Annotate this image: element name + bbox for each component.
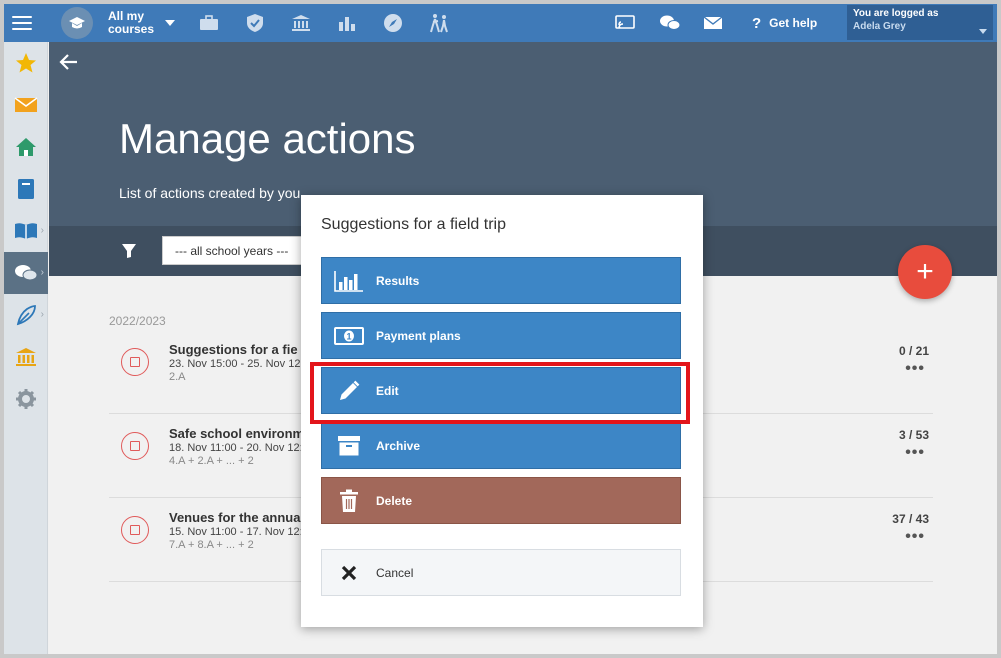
action-classes: 2.A bbox=[169, 371, 186, 383]
year-group-label: 2022/2023 bbox=[109, 314, 166, 328]
cast-icon[interactable] bbox=[613, 4, 637, 42]
open-book-icon bbox=[15, 223, 37, 239]
envelope-icon bbox=[14, 97, 38, 112]
graduation-cap-icon bbox=[61, 7, 93, 39]
action-classes: 4.A + 2.A + ... + 2 bbox=[169, 455, 254, 467]
sidebar-item-notebook[interactable] bbox=[4, 168, 48, 210]
plus-icon: + bbox=[916, 255, 934, 288]
chevron-right-icon: › bbox=[40, 267, 44, 278]
cancel-label: Cancel bbox=[376, 565, 414, 580]
chevron-right-icon: › bbox=[40, 225, 44, 236]
sidebar-item-actions[interactable]: › bbox=[4, 252, 48, 294]
user-name: Adela Grey bbox=[853, 21, 906, 32]
shield-icon[interactable] bbox=[243, 4, 267, 42]
delete-button[interactable]: Delete bbox=[321, 477, 681, 524]
sidebar-item-home[interactable] bbox=[4, 126, 48, 168]
results-button[interactable]: Results bbox=[321, 257, 681, 304]
page-title: Manage actions bbox=[119, 115, 416, 162]
chat-icon bbox=[15, 265, 38, 281]
menu-button[interactable] bbox=[10, 4, 34, 42]
app-frame: All my courses ? Get help You are logged… bbox=[4, 4, 997, 654]
page-subtitle: List of actions created by you bbox=[119, 185, 301, 201]
sidebar-item-messages[interactable] bbox=[4, 84, 48, 126]
hiking-icon[interactable] bbox=[427, 4, 451, 42]
top-navigation-bar: All my courses ? Get help You are logged… bbox=[4, 4, 997, 42]
delete-label: Delete bbox=[376, 493, 413, 508]
chevron-right-icon: › bbox=[40, 309, 44, 320]
bar-chart-icon[interactable] bbox=[335, 4, 359, 42]
home-icon bbox=[16, 138, 36, 156]
courses-logo[interactable] bbox=[60, 4, 94, 42]
star-icon bbox=[16, 53, 36, 73]
all-courses-label: All my courses bbox=[108, 9, 155, 36]
action-dates: 15. Nov 11:00 - 17. Nov 12: bbox=[169, 526, 303, 538]
payment-plans-button[interactable]: 1 Payment plans bbox=[321, 312, 681, 359]
user-account-menu[interactable]: You are logged as Adela Grey bbox=[847, 5, 993, 40]
chevron-down-icon[interactable] bbox=[164, 4, 176, 42]
archive-label: Archive bbox=[376, 438, 421, 453]
more-options-icon[interactable]: ••• bbox=[905, 360, 925, 378]
get-help-button[interactable]: ? Get help bbox=[752, 4, 832, 42]
svg-text:1: 1 bbox=[346, 331, 351, 341]
filter-icon[interactable] bbox=[121, 243, 137, 264]
action-classes: 7.A + 8.A + ... + 2 bbox=[169, 539, 254, 551]
sidebar-item-favorites[interactable] bbox=[4, 42, 48, 84]
action-dates: 18. Nov 11:00 - 20. Nov 12: bbox=[169, 442, 303, 454]
gear-icon bbox=[16, 389, 36, 409]
compass-icon[interactable] bbox=[381, 4, 405, 42]
sidebar-item-courses[interactable]: › bbox=[4, 210, 48, 252]
question-mark-icon: ? bbox=[752, 14, 762, 32]
get-help-label: Get help bbox=[769, 16, 818, 30]
status-icon bbox=[121, 432, 149, 460]
institution-icon[interactable] bbox=[289, 4, 313, 42]
results-label: Results bbox=[376, 273, 420, 288]
sidebar-item-institution[interactable] bbox=[4, 336, 48, 378]
login-label: You are logged as bbox=[853, 8, 939, 19]
payment-plans-label: Payment plans bbox=[376, 328, 461, 343]
envelope-icon[interactable] bbox=[701, 4, 725, 42]
more-options-icon[interactable]: ••• bbox=[905, 528, 925, 546]
status-icon bbox=[121, 516, 149, 544]
all-courses-menu[interactable]: All my courses bbox=[108, 4, 160, 42]
left-sidebar: › › › bbox=[4, 42, 48, 654]
response-count: 3 / 53 bbox=[898, 428, 929, 442]
sidebar-item-feather[interactable]: › bbox=[4, 294, 48, 336]
close-icon bbox=[322, 565, 376, 581]
trash-icon bbox=[322, 489, 376, 513]
feather-icon bbox=[16, 305, 36, 326]
dialog-title: Suggestions for a field trip bbox=[321, 216, 506, 233]
banknote-icon: 1 bbox=[322, 326, 376, 346]
more-options-icon[interactable]: ••• bbox=[905, 444, 925, 462]
archive-box-icon bbox=[322, 435, 376, 457]
status-icon bbox=[121, 348, 149, 376]
back-arrow-icon[interactable] bbox=[59, 52, 83, 76]
bar-chart-icon bbox=[322, 270, 376, 292]
action-title: Venues for the annua bbox=[169, 510, 301, 525]
institution-icon bbox=[16, 348, 36, 366]
chat-bubbles-icon[interactable] bbox=[658, 4, 682, 42]
chevron-down-icon bbox=[979, 29, 987, 34]
add-action-button[interactable]: + bbox=[898, 245, 952, 299]
edit-highlight-box bbox=[310, 362, 690, 424]
action-dates: 23. Nov 15:00 - 25. Nov 12: bbox=[169, 358, 304, 370]
response-count: 0 / 21 bbox=[898, 344, 929, 358]
hamburger-icon bbox=[12, 16, 32, 30]
archive-button[interactable]: Archive bbox=[321, 422, 681, 469]
cancel-button[interactable]: Cancel bbox=[321, 549, 681, 596]
action-title: Suggestions for a fie bbox=[169, 342, 298, 357]
notebook-icon bbox=[18, 179, 34, 199]
action-title: Safe school environm bbox=[169, 426, 305, 441]
response-count: 37 / 43 bbox=[892, 512, 929, 526]
school-year-select[interactable]: --- all school years --- bbox=[162, 236, 302, 265]
briefcase-icon[interactable] bbox=[197, 4, 221, 42]
sidebar-item-settings[interactable] bbox=[4, 378, 48, 420]
